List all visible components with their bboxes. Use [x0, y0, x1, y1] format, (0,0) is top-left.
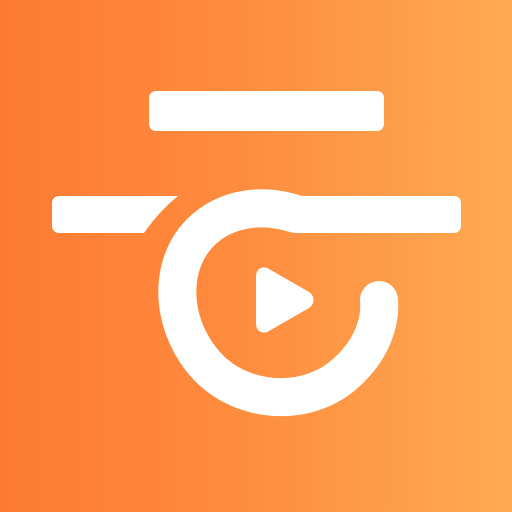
play-icon — [256, 267, 314, 333]
app-icon — [0, 0, 512, 512]
left-bar-segment — [52, 196, 178, 233]
top-bar — [149, 91, 384, 131]
app-logo-mark — [52, 91, 461, 417]
